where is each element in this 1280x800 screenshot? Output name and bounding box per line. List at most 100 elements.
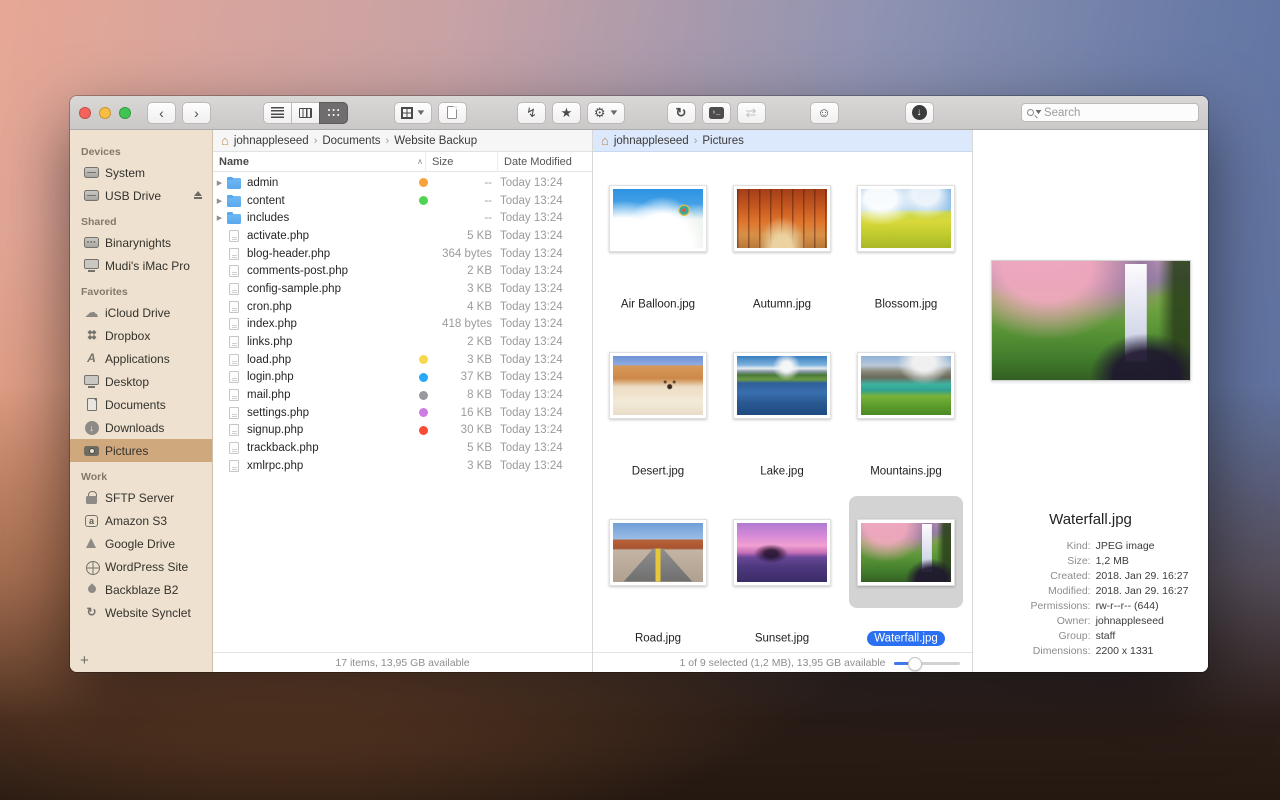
sidebar-item[interactable]: Backblaze B2 — [70, 578, 212, 601]
file-row[interactable]: ▶xmlrpc.php3 KBToday 13:24 — [213, 457, 592, 475]
sidebar-item[interactable]: Website Synclet — [70, 601, 212, 624]
tag-dot — [419, 284, 428, 293]
icon-view-button[interactable] — [319, 102, 348, 124]
sidebar-item[interactable]: SFTP Server — [70, 486, 212, 509]
breadcrumb-segment[interactable]: Documents — [322, 135, 380, 147]
sidebar-item[interactable]: Binarynights — [70, 231, 212, 254]
sidebar-item[interactable]: Mudi's iMac Pro — [70, 254, 212, 277]
file-row[interactable]: ▶admin--Today 13:24 — [213, 174, 592, 192]
file-row[interactable]: ▶index.php418 bytesToday 13:24 — [213, 316, 592, 334]
file-row[interactable]: ▶config-sample.php3 KBToday 13:24 — [213, 280, 592, 298]
eject-icon[interactable] — [192, 190, 203, 201]
emoji-button[interactable]: ☺ — [810, 102, 839, 124]
terminal-icon: ›_ — [709, 107, 724, 119]
file-row[interactable]: ▶content--Today 13:24 — [213, 192, 592, 210]
file-row[interactable]: ▶mail.php8 KBToday 13:24 — [213, 386, 592, 404]
disclosure-triangle-icon[interactable]: ▶ — [213, 197, 224, 205]
column-header-size[interactable]: Size — [425, 152, 497, 171]
back-button[interactable]: ‹ — [147, 102, 176, 124]
file-size: 30 KB — [436, 424, 500, 436]
breadcrumb-separator: › — [386, 135, 390, 147]
minimize-button[interactable] — [99, 107, 111, 119]
breadcrumb-segment[interactable]: johnappleseed — [234, 135, 309, 147]
sidebar-item-label: Website Synclet — [105, 606, 191, 620]
sidebar-item-icon — [83, 374, 100, 389]
column-view-button[interactable] — [291, 102, 320, 124]
file-name: login.php — [247, 371, 419, 383]
sidebar-section-title: Work — [70, 462, 212, 486]
forward-icon: › — [194, 106, 199, 120]
sidebar-item[interactable]: Applications — [70, 347, 212, 370]
terminal-button[interactable]: ›_ — [702, 102, 731, 124]
favorites-button[interactable]: ★ — [552, 102, 581, 124]
search-field[interactable]: ▼ — [1021, 103, 1199, 122]
grid-item[interactable]: Sunset.jpg — [720, 496, 844, 652]
add-favorite-button[interactable]: + — [80, 652, 89, 669]
transfer-button[interactable]: ⇄ — [737, 102, 766, 124]
grid-item[interactable]: Blossom.jpg — [844, 162, 968, 329]
zoom-button[interactable] — [119, 107, 131, 119]
metadata-row: Modified:2018. Jan 29. 16:27 — [993, 584, 1189, 599]
file-row[interactable]: ▶blog-header.php364 bytesToday 13:24 — [213, 245, 592, 263]
file-type-icon — [227, 248, 242, 260]
sidebar-item-label: USB Drive — [105, 189, 161, 203]
column-header-date[interactable]: Date Modified — [497, 152, 592, 171]
arrange-button[interactable]: ▼ — [394, 102, 432, 124]
sidebar-item[interactable]: USB Drive — [70, 184, 212, 207]
close-button[interactable] — [79, 107, 91, 119]
file-size: 4 KB — [436, 301, 500, 313]
grid-item[interactable]: Lake.jpg — [720, 329, 844, 496]
file-row[interactable]: ▶trackback.php5 KBToday 13:24 — [213, 439, 592, 457]
sidebar-item[interactable]: iCloud Drive — [70, 301, 212, 324]
file-row[interactable]: ▶activate.php5 KBToday 13:24 — [213, 227, 592, 245]
metadata-value: 2018. Jan 29. 16:27 — [1096, 569, 1189, 584]
sidebar-item[interactable]: Documents — [70, 393, 212, 416]
file-name: index.php — [247, 318, 419, 330]
forward-button[interactable]: › — [182, 102, 211, 124]
file-type-icon — [227, 442, 242, 454]
file-row[interactable]: ▶comments-post.php2 KBToday 13:24 — [213, 262, 592, 280]
disclosure-triangle-icon[interactable]: ▶ — [213, 214, 224, 222]
list-view-button[interactable] — [263, 102, 292, 124]
grid-item-label: Lake.jpg — [753, 465, 810, 477]
file-row[interactable]: ▶cron.php4 KBToday 13:24 — [213, 298, 592, 316]
grid-item[interactable]: Desert.jpg — [596, 329, 720, 496]
file-row[interactable]: ▶signup.php30 KBToday 13:24 — [213, 422, 592, 440]
breadcrumb-segment[interactable]: johnappleseed — [614, 135, 689, 147]
column-header-name[interactable]: Name∧ — [213, 156, 425, 168]
quick-actions-button[interactable]: ↯ — [517, 102, 546, 124]
sidebar-item[interactable]: Amazon S3 — [70, 509, 212, 532]
grid-item[interactable]: Mountains.jpg — [844, 329, 968, 496]
sidebar-item[interactable]: Google Drive — [70, 532, 212, 555]
sync-button[interactable]: ↻ — [667, 102, 696, 124]
sidebar-item[interactable]: Desktop — [70, 370, 212, 393]
thumbnail-size-slider[interactable] — [894, 662, 960, 665]
desktop-background: ‹ › ▼ ↯ ★ ⚙▼ ↻ ›_ ⇄ ☺ ↓ ▼ — [0, 0, 1280, 800]
file-row[interactable]: ▶includes--Today 13:24 — [213, 209, 592, 227]
disclosure-triangle-icon[interactable]: ▶ — [213, 179, 224, 187]
sidebar-item[interactable]: Pictures — [70, 439, 212, 462]
breadcrumb-segment[interactable]: Pictures — [702, 135, 744, 147]
metadata-row: Group:staff — [993, 629, 1189, 644]
file-row[interactable]: ▶settings.php16 KBToday 13:24 — [213, 404, 592, 422]
file-row[interactable]: ▶links.php2 KBToday 13:24 — [213, 333, 592, 351]
downloads-button[interactable]: ↓ — [905, 102, 934, 124]
grid-item[interactable]: Air Balloon.jpg — [596, 162, 720, 329]
breadcrumb-segment[interactable]: Website Backup — [394, 135, 477, 147]
tag-dot — [419, 355, 428, 364]
settings-button[interactable]: ⚙▼ — [587, 102, 625, 124]
thumbnail-frame — [733, 519, 831, 586]
grid-item[interactable]: Waterfall.jpg — [844, 496, 968, 652]
sidebar-item[interactable]: Dropbox — [70, 324, 212, 347]
file-row[interactable]: ▶login.php37 KBToday 13:24 — [213, 369, 592, 387]
sidebar-item[interactable]: System — [70, 161, 212, 184]
sidebar-item[interactable]: WordPress Site — [70, 555, 212, 578]
sidebar-item[interactable]: Downloads — [70, 416, 212, 439]
search-input[interactable] — [1044, 107, 1198, 119]
grid-item[interactable]: Road.jpg — [596, 496, 720, 652]
grid-item[interactable]: Autumn.jpg — [720, 162, 844, 329]
thumbnail-selection-area — [725, 496, 839, 608]
new-file-button[interactable] — [438, 102, 467, 124]
grid-item-label: Air Balloon.jpg — [614, 298, 702, 310]
file-row[interactable]: ▶load.php3 KBToday 13:24 — [213, 351, 592, 369]
